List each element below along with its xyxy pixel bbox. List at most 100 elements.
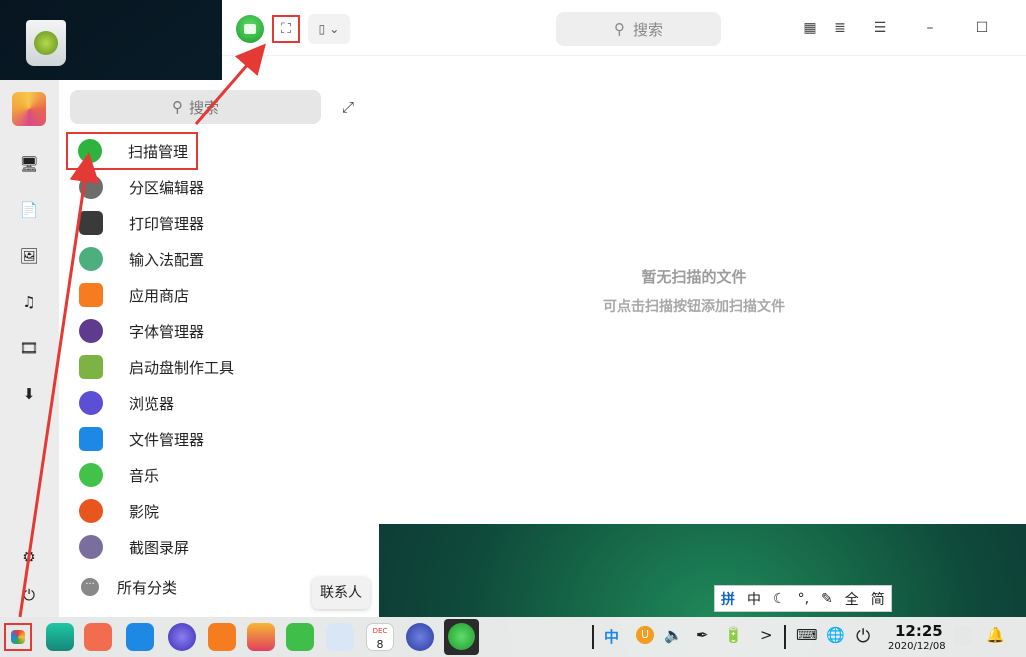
launcher-app-item[interactable]: 字体管理器	[69, 314, 369, 348]
app-icon	[79, 175, 103, 199]
ime-toolbar[interactable]: 拼 中 ☾ °, ✎ 全 简	[714, 585, 892, 612]
music-app-icon[interactable]	[286, 623, 314, 651]
settings-icon[interactable]: ⚙	[18, 546, 40, 568]
app-icon	[79, 427, 103, 451]
app-icon	[79, 535, 103, 559]
app-label: 分区编辑器	[129, 178, 205, 197]
app-label: 浏览器	[129, 394, 175, 413]
window-toolbar: ⛶ ▯ ⌄ ⚲ 搜索 ▦ ≣ ☰ – ☐	[222, 0, 1026, 56]
app-icon	[79, 319, 103, 343]
clock-time[interactable]: 12:25	[895, 622, 943, 640]
contacts-icon[interactable]	[326, 623, 354, 651]
chevron-down-icon: ⌄	[329, 22, 340, 36]
app-label: 影院	[129, 502, 160, 521]
file-manager-icon[interactable]	[126, 623, 154, 651]
tray-separator	[784, 625, 786, 649]
launcher-search-input[interactable]: ⚲ 搜索	[70, 90, 321, 124]
computer-icon[interactable]: 🖥	[18, 153, 40, 175]
launcher-app-item[interactable]: 输入法配置	[69, 242, 369, 276]
app-icon	[79, 247, 103, 271]
scan-manager-logo-icon	[236, 15, 264, 43]
launcher-app-list: ⚲ 搜索 ⤢ 扫描管理分区编辑器打印管理器输入法配置应用商店字体管理器启动盘制作…	[59, 80, 379, 617]
launcher-app-item[interactable]: 打印管理器	[69, 206, 369, 240]
app-icon	[79, 391, 103, 415]
dock-apps-icon[interactable]	[84, 623, 112, 651]
list-view-icon[interactable]: ≣	[832, 20, 848, 36]
app-label: 启动盘制作工具	[129, 358, 235, 377]
network-icon[interactable]: 🌐	[826, 626, 845, 644]
scan-icon: ⛶	[281, 21, 291, 37]
trash-icon[interactable]	[954, 626, 972, 646]
app-label: 输入法配置	[129, 250, 205, 269]
active-app-highlight[interactable]	[444, 619, 479, 655]
search-icon: ⚲	[171, 98, 183, 116]
browser-icon[interactable]	[168, 623, 196, 651]
launcher-app-item[interactable]: 分区编辑器	[69, 170, 369, 204]
app-icon	[79, 283, 103, 307]
launcher-app-item[interactable]: 影院	[69, 494, 369, 528]
app-label: 截图录屏	[129, 538, 190, 557]
scan-button[interactable]: ⛶	[272, 15, 300, 43]
app-label: 字体管理器	[129, 322, 205, 341]
multitask-view-icon[interactable]	[46, 623, 74, 651]
window-search-input[interactable]: ⚲ 搜索	[556, 12, 721, 46]
volume-icon[interactable]: 🔈	[664, 626, 683, 644]
launcher-app-item[interactable]: 音乐	[69, 458, 369, 492]
launcher-app-item[interactable]: 扫描管理	[66, 132, 198, 170]
scan-manager-dock-icon	[448, 623, 475, 650]
keyboard-icon[interactable]: ⌨	[796, 626, 818, 644]
more-icon: ···	[81, 578, 99, 596]
launcher-app-item[interactable]: 文件管理器	[69, 422, 369, 456]
scanner-device-select[interactable]: ▯ ⌄	[308, 14, 350, 44]
app-store-icon[interactable]	[208, 623, 236, 651]
ime-handwrite-icon[interactable]: ✎	[815, 591, 839, 607]
ime-chinese-mode[interactable]: 中	[741, 589, 767, 609]
expand-tray-icon[interactable]: >	[760, 626, 773, 644]
settings-app-icon[interactable]	[406, 623, 434, 651]
tray-separator	[592, 625, 594, 649]
power-icon[interactable]: ⏻	[18, 584, 40, 606]
document-icon[interactable]: 📄	[18, 199, 40, 221]
image-viewer-icon[interactable]	[247, 623, 275, 651]
video-icon[interactable]: 🎞	[18, 337, 40, 359]
uos-icon[interactable]: U	[636, 626, 654, 644]
clock-date[interactable]: 2020/12/08	[888, 641, 946, 652]
app-label: 打印管理器	[129, 214, 205, 233]
user-avatar[interactable]	[12, 92, 46, 126]
ime-moon-icon[interactable]: ☾	[767, 591, 792, 607]
launcher-button[interactable]	[4, 623, 32, 651]
ime-pinyin[interactable]: 拼	[715, 589, 741, 609]
music-icon[interactable]: ♫	[18, 291, 40, 313]
picture-icon[interactable]: 🖼	[18, 245, 40, 267]
launcher-app-item[interactable]: 截图录屏	[69, 530, 369, 564]
minimize-icon[interactable]: –	[922, 20, 938, 36]
app-icon	[79, 499, 103, 523]
launcher-app-item[interactable]: 浏览器	[69, 386, 369, 420]
tooltip-contacts: 联系人	[312, 577, 370, 609]
ime-punctuation[interactable]: °,	[792, 591, 815, 607]
window-search-placeholder: 搜索	[632, 20, 663, 39]
grid-view-icon[interactable]: ▦	[802, 20, 818, 36]
launcher-search-placeholder: 搜索	[188, 98, 219, 117]
maximize-icon[interactable]: ☐	[974, 20, 990, 36]
download-icon[interactable]: ⬇	[18, 383, 40, 405]
launcher-icon	[11, 630, 25, 644]
desktop-trash-icon[interactable]	[26, 20, 66, 66]
notification-icon[interactable]: 🔔	[986, 626, 1005, 644]
launcher-sidebar: 🖥 📄 🖼 ♫ 🎞 ⬇ ⚙ ⏻	[0, 80, 59, 617]
app-label: 扫描管理	[128, 142, 189, 161]
ime-simplified[interactable]: 简	[865, 589, 891, 609]
launcher-app-item[interactable]: 启动盘制作工具	[69, 350, 369, 384]
fullscreen-icon[interactable]: ⤢	[342, 98, 354, 116]
pen-icon[interactable]: ✒	[696, 626, 709, 644]
input-method-indicator[interactable]: 中	[604, 626, 619, 647]
calendar-icon[interactable]: DEC 8	[366, 623, 394, 651]
launcher-app-item[interactable]: 应用商店	[69, 278, 369, 312]
shutdown-icon[interactable]: ⏻	[856, 626, 870, 647]
app-label: 文件管理器	[129, 430, 205, 449]
menu-icon[interactable]: ☰	[872, 20, 888, 36]
ime-fullwidth[interactable]: 全	[839, 589, 865, 609]
calendar-day: 8	[376, 638, 384, 651]
app-icon	[79, 211, 103, 235]
battery-icon[interactable]: 🔋	[724, 626, 743, 644]
